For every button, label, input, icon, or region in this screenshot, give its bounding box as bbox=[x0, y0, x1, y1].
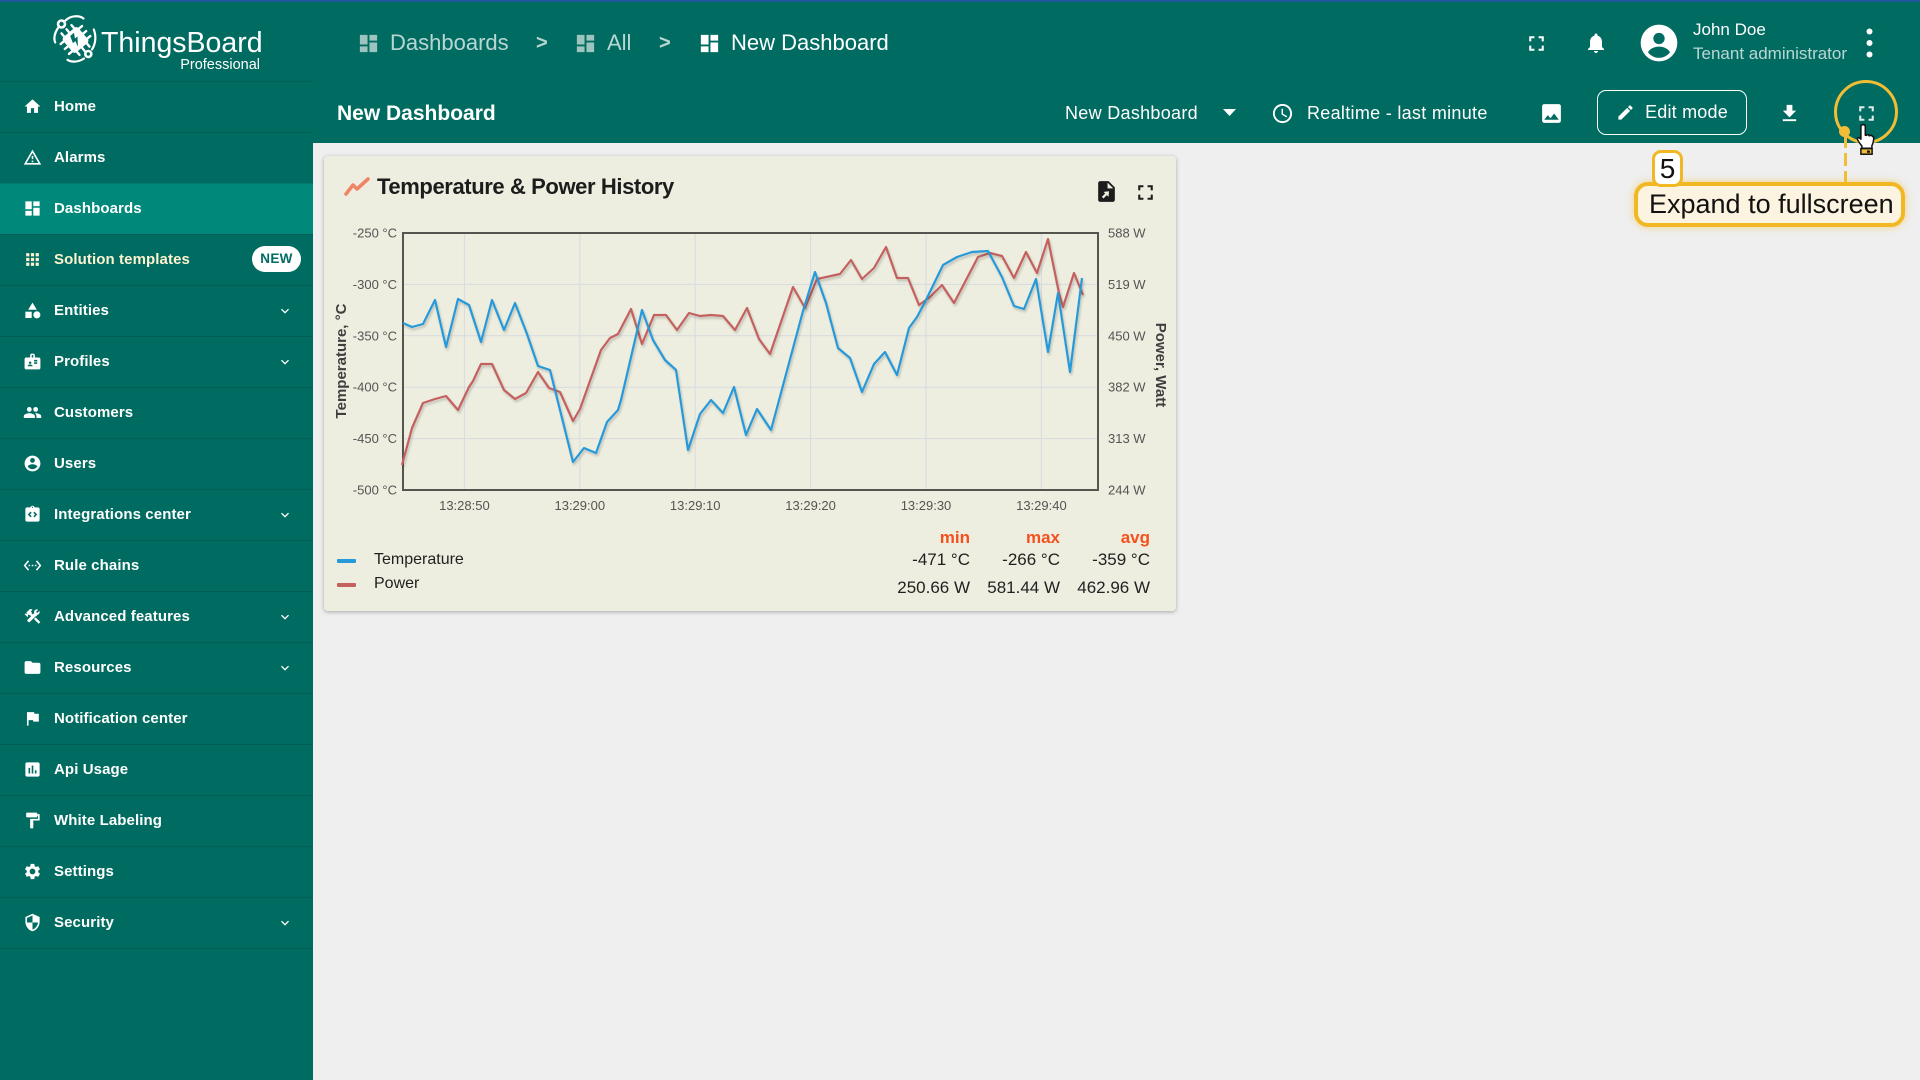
svg-text:-500 °C: -500 °C bbox=[353, 483, 397, 498]
svg-text:13:29:30: 13:29:30 bbox=[901, 498, 952, 513]
svg-text:ThingsBoard: ThingsBoard bbox=[101, 27, 263, 59]
svg-text:519 W: 519 W bbox=[1108, 277, 1146, 292]
svg-text:588 W: 588 W bbox=[1108, 226, 1146, 241]
svg-text:244 W: 244 W bbox=[1108, 483, 1146, 498]
svg-text:13:29:20: 13:29:20 bbox=[785, 498, 836, 513]
svg-text:Professional: Professional bbox=[180, 57, 260, 73]
svg-text:Power, Watt: Power, Watt bbox=[1152, 323, 1169, 407]
svg-text:13:29:40: 13:29:40 bbox=[1016, 498, 1067, 513]
svg-text:313 W: 313 W bbox=[1108, 431, 1146, 446]
svg-text:-300 °C: -300 °C bbox=[353, 277, 397, 292]
svg-text:-400 °C: -400 °C bbox=[353, 380, 397, 395]
svg-text:13:28:50: 13:28:50 bbox=[439, 498, 490, 513]
svg-text:13:29:00: 13:29:00 bbox=[554, 498, 605, 513]
svg-text:-350 °C: -350 °C bbox=[353, 328, 397, 343]
svg-text:450 W: 450 W bbox=[1108, 328, 1146, 343]
svg-text:13:29:10: 13:29:10 bbox=[670, 498, 721, 513]
svg-text:-450 °C: -450 °C bbox=[353, 431, 397, 446]
svg-text:Temperature, °C: Temperature, °C bbox=[333, 303, 350, 418]
svg-text:382 W: 382 W bbox=[1108, 380, 1146, 395]
svg-text:-250 °C: -250 °C bbox=[353, 226, 397, 241]
